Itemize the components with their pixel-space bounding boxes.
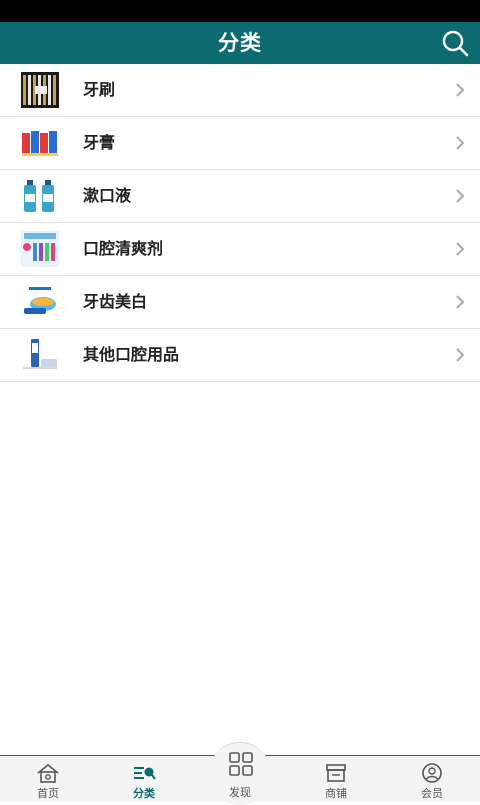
tab-discover-label: 发现 xyxy=(229,786,251,799)
category-item-other-oral-care[interactable]: 其他口腔用品 xyxy=(0,329,480,382)
search-button[interactable] xyxy=(440,28,470,58)
shop-icon xyxy=(326,764,346,782)
search-icon xyxy=(442,30,469,57)
tab-category-label: 分类 xyxy=(133,787,155,800)
category-item-mouthwash[interactable]: 漱口液 xyxy=(0,170,480,223)
category-search-icon xyxy=(134,767,156,780)
chevron-right-icon xyxy=(456,348,465,362)
category-label: 漱口液 xyxy=(83,186,132,205)
app-header: 分类 xyxy=(0,22,480,64)
user-icon xyxy=(422,763,442,783)
teeth-whitening-thumbnail xyxy=(21,284,59,320)
category-label: 牙齿美白 xyxy=(83,292,148,311)
chevron-right-icon xyxy=(456,136,465,150)
category-item-toothpaste[interactable]: 牙膏 xyxy=(0,117,480,170)
category-label: 其他口腔用品 xyxy=(83,345,180,364)
chevron-right-icon xyxy=(456,83,465,97)
other-oral-care-thumbnail xyxy=(21,337,59,373)
category-item-teeth-whitening[interactable]: 牙齿美白 xyxy=(0,276,480,329)
chevron-right-icon xyxy=(456,295,465,309)
tab-home[interactable]: 首页 xyxy=(0,756,96,801)
category-item-toothbrush[interactable]: 牙刷 xyxy=(0,64,480,117)
category-item-mouth-freshener[interactable]: 口腔清爽剂 xyxy=(0,223,480,276)
tab-shop-label: 商铺 xyxy=(325,787,347,800)
status-bar xyxy=(0,0,480,22)
tab-category[interactable]: 分类 xyxy=(96,756,192,801)
category-label: 牙膏 xyxy=(83,133,116,152)
grid-icon xyxy=(229,752,253,776)
home-icon xyxy=(37,763,59,783)
chevron-right-icon xyxy=(456,242,465,256)
category-label: 口腔清爽剂 xyxy=(83,239,164,258)
mouthwash-thumbnail xyxy=(21,178,59,214)
toothbrush-thumbnail xyxy=(21,72,59,108)
category-label: 牙刷 xyxy=(83,80,116,99)
tab-member[interactable]: 会员 xyxy=(384,756,480,801)
page-title: 分类 xyxy=(218,31,262,55)
mouth-freshener-thumbnail xyxy=(21,231,59,267)
tab-shop[interactable]: 商铺 xyxy=(288,756,384,801)
tab-home-label: 首页 xyxy=(37,787,59,800)
chevron-right-icon xyxy=(456,189,465,203)
category-list: 牙刷 牙膏 漱口液 口腔清爽剂 牙齿美白 其他口腔用品 xyxy=(0,64,480,382)
toothpaste-thumbnail xyxy=(21,125,59,161)
tab-member-label: 会员 xyxy=(421,787,443,800)
